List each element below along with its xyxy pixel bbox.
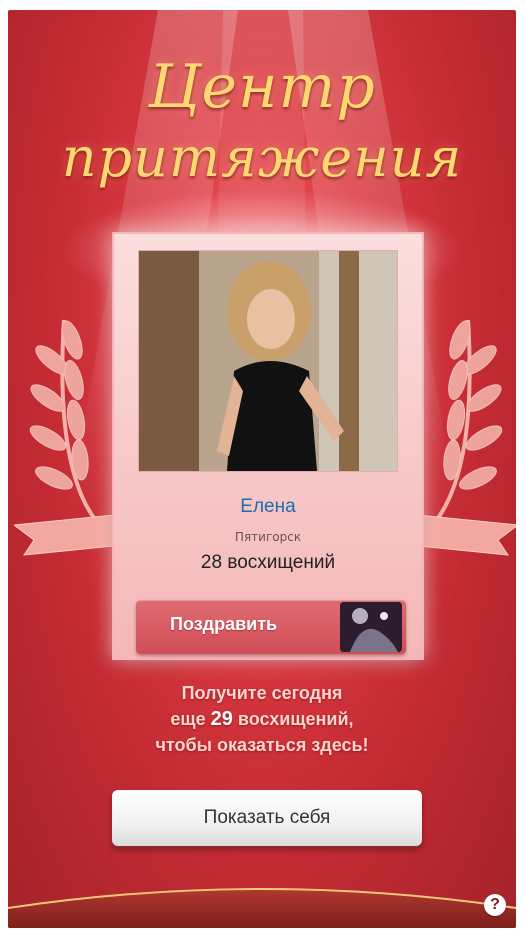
show-yourself-button[interactable]: Показать себя [112, 790, 422, 846]
profile-card: Елена Пятигорск 28 восхищений Поздравить [112, 232, 424, 660]
gift-thumbnail [340, 602, 402, 652]
promo-line-2: еще 29 восхищений, [8, 706, 516, 732]
promo-line-3: чтобы оказаться здесь! [155, 735, 369, 755]
attraction-center-widget: Центр притяжения Елена Пятигорск 28 восх… [8, 10, 516, 928]
promo-line-2-suffix: восхищений, [237, 709, 354, 729]
stage-floor [8, 888, 516, 928]
promo-number: 29 [210, 708, 233, 730]
admirations-count: 28 восхищений [200, 552, 336, 573]
profile-photo[interactable] [138, 250, 398, 472]
profile-photo-image [139, 251, 397, 471]
congratulate-button[interactable]: Поздравить [136, 600, 406, 654]
promo-text: Получите сегодня еще 29 восхищений, чтоб… [8, 680, 516, 758]
title-line-2: притяжения [61, 126, 463, 189]
profile-city: Пятигорск [234, 530, 302, 544]
profile-name-link[interactable]: Елена [114, 496, 422, 518]
question-icon[interactable]: ? [484, 894, 506, 916]
title-line-1: Центр [148, 52, 376, 122]
promo-line-1: Получите сегодня [181, 683, 343, 703]
congratulate-button-label: Поздравить [170, 614, 278, 634]
promo-line-2-prefix: еще [170, 709, 206, 729]
